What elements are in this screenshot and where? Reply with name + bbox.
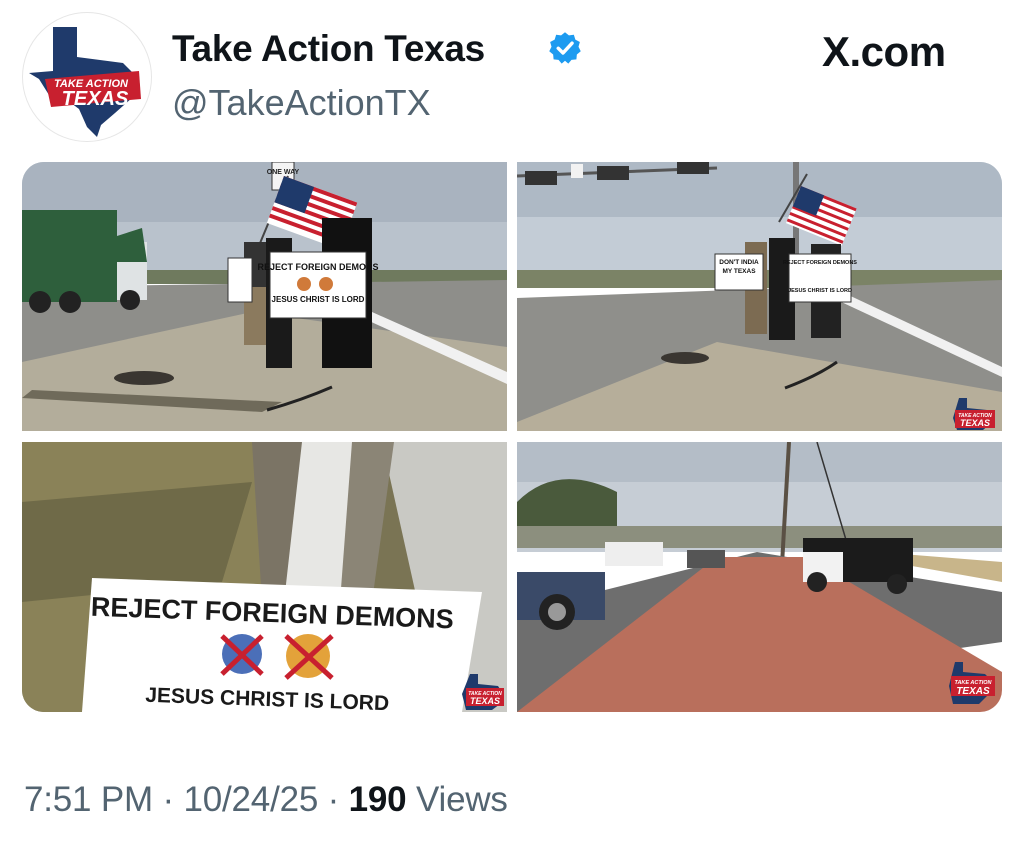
views-count: 190 [348, 780, 407, 819]
tweet-time[interactable]: 7:51 PM [24, 780, 153, 819]
verified-badge-icon [549, 32, 581, 64]
sign-text-2: JESUS CHRIST IS LORD [272, 295, 365, 304]
media-grid: ONE WAY REJECT FOREIGN DEMONS JESUS CHRI… [22, 162, 1002, 712]
tweet-header: TAKE ACTION TEXAS Take Action Texas @Tak… [0, 0, 1024, 150]
user-handle[interactable]: @TakeActionTX [172, 82, 431, 124]
watermark-text-bottom: TEXAS [960, 418, 990, 428]
tweet-metadata: 7:51 PM · 10/24/25 · 190 Views [24, 780, 508, 820]
views-label: Views [415, 780, 508, 819]
street-sign-text: ONE WAY [267, 169, 300, 176]
source-label: X.com [822, 28, 946, 75]
sign-left-text-2: MY TEXAS [722, 268, 756, 275]
photo-protesters-intersection[interactable]: DON'T INDIA MY TEXAS REJECT FOREIGN DEMO… [517, 162, 1002, 431]
meta-separator: · [327, 780, 340, 819]
sign-left-text-1: DON'T INDIA [719, 259, 759, 266]
photo-sign-closeup[interactable]: REJECT FOREIGN DEMONS JESUS CHRIST IS LO… [22, 442, 507, 712]
photo-street-police[interactable]: TAKE ACTION TEXAS [517, 442, 1002, 712]
sign-right-text-1: REJECT FOREIGN DEMONS [783, 260, 857, 266]
avatar-text-bottom: TEXAS [62, 88, 129, 110]
photo-protesters-truck[interactable]: ONE WAY REJECT FOREIGN DEMONS JESUS CHRI… [22, 162, 507, 431]
sign-text-1: REJECT FOREIGN DEMONS [257, 262, 378, 272]
texas-logo-icon: TAKE ACTION TEXAS [29, 27, 141, 137]
meta-separator: · [162, 780, 174, 819]
watermark-text-bottom: TEXAS [956, 686, 990, 697]
sign-right-text-2: JESUS CHRIST IS LORD [788, 288, 852, 294]
tweet-date[interactable]: 10/24/25 [183, 780, 318, 819]
profile-avatar[interactable]: TAKE ACTION TEXAS [22, 12, 152, 142]
watermark-text-bottom: TEXAS [470, 696, 500, 706]
display-name[interactable]: Take Action Texas [172, 28, 485, 70]
